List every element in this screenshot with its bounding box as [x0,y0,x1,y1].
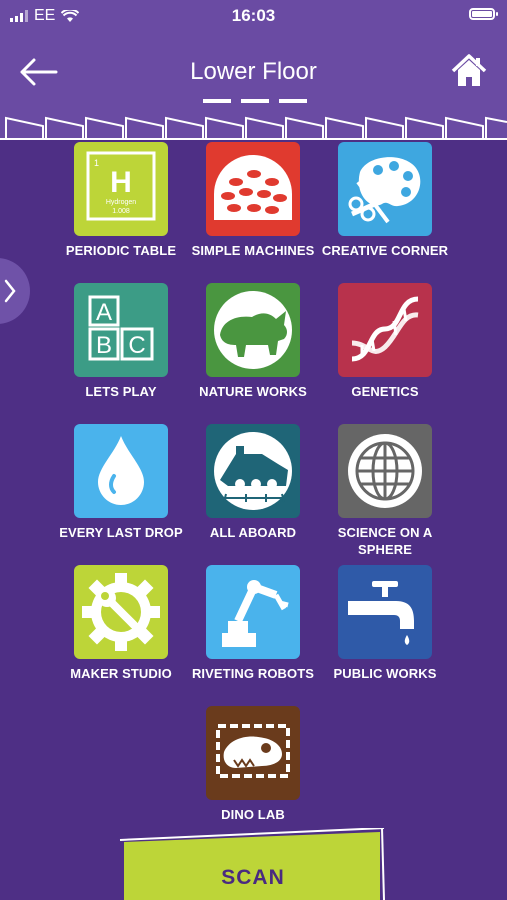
tile-public-works[interactable]: PUBLIC WORKS [319,565,451,682]
svg-text:H: H [110,166,132,199]
tile-label: DINO LAB [221,807,285,822]
battery-icon [469,8,498,20]
tile-label: ALL ABOARD [209,525,297,540]
tile-science-on-a-sphere[interactable]: SCIENCE ON A SPHERE [319,424,451,558]
globe-icon [338,424,432,518]
svg-text:1: 1 [94,158,99,168]
periodic-table-icon: 1 H Hydrogen 1.008 [74,142,168,236]
svg-text:B: B [96,332,112,359]
home-icon [451,54,487,86]
svg-text:A: A [96,299,112,326]
tile-label: SCIENCE ON A SPHERE [337,525,433,557]
tile-label: PUBLIC WORKS [333,666,437,681]
svg-text:C: C [128,332,145,359]
status-bar: EE 16:03 [0,0,507,32]
dna-icon [338,283,432,377]
tile-label: NATURE WORKS [199,384,307,399]
chevron-right-icon [4,279,16,303]
tile-label: SIMPLE MACHINES [191,243,315,258]
dinosaur-skull-icon [206,706,300,800]
tile-label: CREATIVE CORNER [321,243,449,258]
ruler-decoration [0,116,507,140]
side-drawer-tab[interactable] [0,258,30,324]
header-bar: EE 16:03 Lower Floor [0,0,507,140]
palette-icon [338,142,432,236]
tile-all-aboard[interactable]: ALL ABOARD [187,424,319,541]
tile-label: MAKER STUDIO [70,666,172,681]
tile-label: LETS PLAY [85,384,157,399]
tile-label: RIVETING ROBOTS [191,666,315,681]
svg-text:1.008: 1.008 [112,208,130,215]
robot-arm-icon [206,565,300,659]
water-drop-icon [74,424,168,518]
tap-icon [338,565,432,659]
clock: 16:03 [231,6,276,25]
rhino-icon [206,283,300,377]
tile-label: PERIODIC TABLE [65,243,177,258]
tile-simple-machines[interactable]: SIMPLE MACHINES [187,142,319,259]
tile-periodic-table[interactable]: 1 H Hydrogen 1.008 PERIODIC TABLE [55,142,187,259]
tile-creative-corner[interactable]: CREATIVE CORNER [319,142,451,259]
tile-lets-play[interactable]: A B C LETS PLAY [55,283,187,400]
train-icon [206,424,300,518]
page-indicator [203,99,307,103]
home-button[interactable] [451,53,487,89]
svg-text:Hydrogen: Hydrogen [106,199,136,206]
tile-label: EVERY LAST DROP [59,525,183,540]
scan-label: SCAN [221,866,285,889]
tile-riveting-robots[interactable]: RIVETING ROBOTS [187,565,319,682]
scan-button[interactable]: SCAN [118,828,388,900]
abc-blocks-icon: A B C [74,283,168,377]
tile-genetics[interactable]: GENETICS [319,283,451,400]
gears-dome-icon [206,142,300,236]
tile-every-last-drop[interactable]: EVERY LAST DROP [55,424,187,541]
tile-label: GENETICS [351,384,419,399]
tile-maker-studio[interactable]: MAKER STUDIO [55,565,187,682]
page-title: Lower Floor [190,58,317,85]
tile-nature-works[interactable]: NATURE WORKS [187,283,319,400]
tile-dino-lab[interactable]: DINO LAB [187,706,319,823]
gear-wrench-icon [74,565,168,659]
